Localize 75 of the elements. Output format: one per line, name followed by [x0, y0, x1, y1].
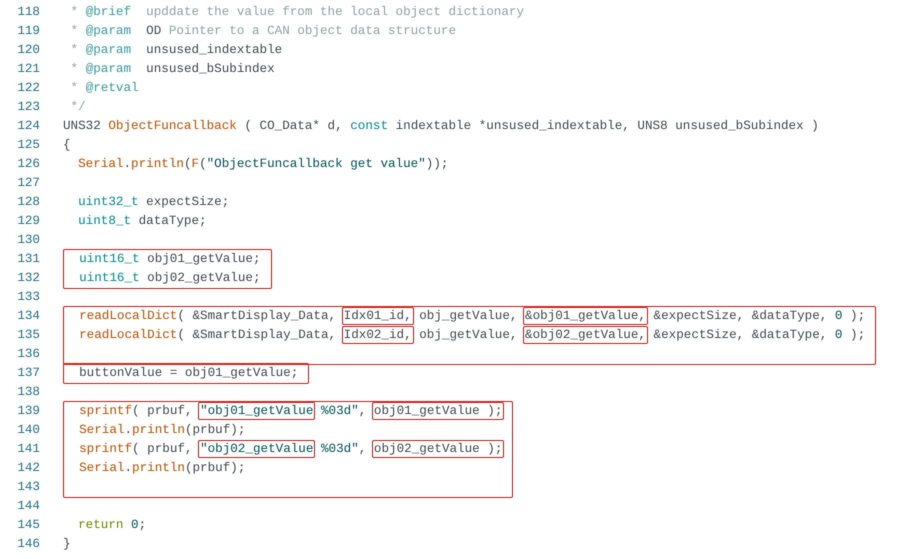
line-number: 126 — [16, 156, 40, 174]
line-number: 122 — [16, 80, 40, 98]
code-line: * @param unsused_bSubindex — [70, 61, 275, 78]
highlighted-code: obj02_getValue ); — [372, 440, 504, 458]
code-line: * @param unsused_indextable — [70, 42, 282, 60]
code-text: obj_getValue, — [418, 309, 518, 324]
line-number: 141 — [17, 441, 40, 458]
code-line: Serial.println(F("ObjectFuncallback get value")); — [77, 156, 448, 174]
line-number: 133 — [16, 289, 40, 306]
highlighted-code: obj01_getValue ); — [372, 402, 504, 420]
highlighted-code: Idx02_id, — [342, 326, 414, 344]
code-text: , — [358, 442, 368, 456]
code-line: uint32_t expectSize; — [77, 194, 230, 212]
line-number: 132 — [17, 270, 40, 288]
code-line: } — [63, 536, 71, 554]
line-number: 124 — [16, 118, 40, 136]
code-text: ( &SmartDisplay_Data, — [177, 328, 338, 342]
line-number: 127 — [16, 175, 40, 192]
code-line: * @retval — [70, 80, 139, 98]
line-number: 118 — [16, 4, 40, 22]
code-line: buttonValue = obj01_getValue; — [78, 365, 298, 382]
highlighted-code: &obj01_getValue, — [523, 307, 648, 326]
code-line: Serial.println(prbuf); — [78, 422, 246, 440]
line-number: 135 — [17, 327, 40, 344]
line-number: 129 — [16, 213, 40, 230]
code-text: &expectSize, &dataType, — [652, 309, 828, 324]
line-number: 121 — [16, 61, 40, 78]
code-text: 0 — [834, 328, 842, 342]
code-text: , — [358, 404, 368, 418]
line-number: 119 — [16, 23, 40, 40]
line-number: 143 — [17, 479, 40, 496]
code-line: UNS32 ObjectFuncallback ( CO_Data* d, const indextable *unsused_indextable, UNS8 unsused_bSubindex ) — [63, 118, 819, 136]
line-number: 139 — [17, 403, 40, 420]
line-number: 140 — [17, 422, 40, 440]
code-text: ); — [849, 328, 866, 342]
code-text: %03d" — [320, 442, 359, 456]
line-number: 146 — [16, 536, 40, 554]
code-text: readLocalDict — [78, 328, 178, 342]
code-text: ( prbuf, — [132, 404, 194, 418]
code-line: { — [63, 137, 71, 154]
code-text: &expectSize, &dataType, — [652, 328, 828, 342]
code-text: ( &SmartDisplay_Data, — [177, 309, 338, 324]
code-text: sprintf — [78, 404, 132, 418]
code-line: */ — [70, 99, 86, 116]
line-number: 120 — [16, 42, 40, 60]
code-text: %03d" — [320, 404, 359, 418]
code-text: ( prbuf, — [132, 442, 194, 456]
code-text: ); — [849, 309, 866, 324]
highlighted-code: Idx01_id, — [342, 307, 414, 326]
code-line: Serial.println(prbuf); — [78, 460, 246, 478]
line-number: 131 — [17, 251, 40, 268]
line-number: 123 — [16, 99, 40, 116]
code-line: * @param OD Pointer to a CAN object data structure — [70, 23, 456, 40]
code-text: readLocalDict — [78, 309, 178, 324]
highlighted-code: &obj02_getValue, — [523, 326, 648, 344]
code-text: obj_getValue, — [418, 328, 518, 342]
highlighted-code: "obj02_getValue — [198, 440, 316, 458]
line-number: 134 — [17, 308, 40, 326]
line-number: 145 — [16, 517, 40, 534]
line-number: 136 — [17, 346, 40, 364]
code-text: sprintf — [78, 442, 132, 456]
code-text: 0 — [834, 309, 842, 324]
code-line: uint8_t dataType; — [77, 213, 207, 230]
line-number: 128 — [16, 194, 40, 212]
code-line: * @brief upddate the value from the local object dictionary — [70, 4, 524, 22]
line-number: 142 — [17, 460, 40, 478]
line-number: 125 — [16, 137, 40, 154]
highlighted-code: "obj01_getValue — [198, 402, 316, 420]
line-number: 137 — [17, 365, 40, 382]
line-number: 138 — [16, 384, 40, 402]
line-number: 130 — [16, 232, 40, 250]
code-line: uint16_t obj02_getValue; — [78, 270, 260, 288]
code-line: return 0; — [77, 517, 146, 534]
code-line: uint16_t obj01_getValue; — [78, 251, 260, 268]
line-number: 144 — [16, 498, 40, 516]
